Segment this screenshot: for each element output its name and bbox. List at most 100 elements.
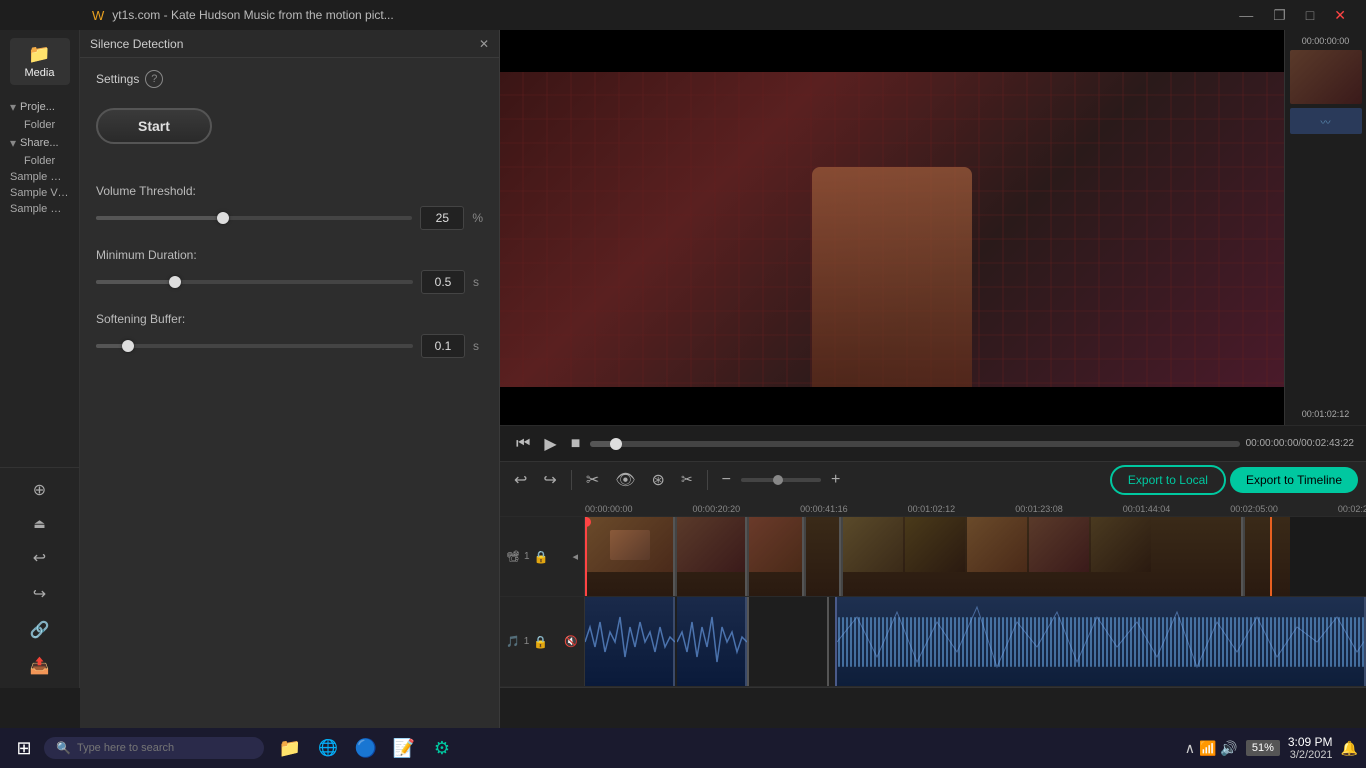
softening-buffer-slider-thumb[interactable] xyxy=(122,340,134,352)
zoom-slider-track[interactable] xyxy=(741,478,821,482)
min-duration-slider-thumb[interactable] xyxy=(169,276,181,288)
taskbar-app-word[interactable]: 📝 xyxy=(386,730,422,766)
help-btn[interactable]: ? xyxy=(145,70,163,88)
video-clip-7[interactable] xyxy=(1272,517,1290,596)
video-track-controls: 📽 1 🔒 ◂ xyxy=(500,517,585,596)
ripple-btn[interactable]: ⊛ xyxy=(646,466,671,494)
taskbar-notification-icon[interactable]: 🔔 xyxy=(1341,740,1358,757)
audio-track-content[interactable] xyxy=(585,597,1366,686)
export-local-btn[interactable]: Export to Local xyxy=(1110,465,1226,495)
taskbar-search-bar[interactable]: 🔍 xyxy=(44,737,264,759)
chevron-down-icon: ▾ xyxy=(10,100,16,114)
stop-btn[interactable]: ■ xyxy=(567,431,585,457)
video-track-content[interactable] xyxy=(585,517,1366,596)
zoom-plus-btn[interactable]: + xyxy=(825,467,846,493)
media-tab[interactable]: 📁 Media xyxy=(10,38,70,85)
video-clip-5[interactable] xyxy=(843,517,1243,596)
taskbar-app-explorer[interactable]: 📁 xyxy=(272,730,308,766)
taskbar-chevron-icon[interactable]: ∧ xyxy=(1185,740,1195,757)
settings-label: Settings xyxy=(96,72,139,86)
ruler-mark-7: 00:02:25:20 xyxy=(1338,504,1366,514)
video-clip-3[interactable] xyxy=(749,517,804,596)
progress-bar[interactable] xyxy=(590,441,1239,447)
main-waveform xyxy=(837,597,1364,686)
taskbar-network-icon[interactable]: 📶 xyxy=(1199,740,1216,757)
add-media-btn[interactable]: ⊕ xyxy=(29,476,50,504)
audio-clip-1[interactable] xyxy=(585,597,675,686)
softening-buffer-slider-track[interactable] xyxy=(96,344,413,348)
min-duration-value-box: 0.5 xyxy=(421,270,465,294)
sub-folder-item-2[interactable]: Folder xyxy=(22,153,71,169)
taskbar-app-filmora[interactable]: ⚙ xyxy=(424,730,460,766)
taskbar-app-chrome[interactable]: 🌐 xyxy=(310,730,346,766)
taskbar: ⊞ 🔍 📁 🌐 🔵 📝 ⚙ ∧ 📶 🔊 51% 3:09 PM 3/2/2021… xyxy=(0,728,1366,768)
detach-btn[interactable]: ⏏ xyxy=(29,512,49,536)
prev-frame-btn[interactable]: ⏮ xyxy=(512,431,534,457)
export-sidebar-btn[interactable]: 📤 xyxy=(26,652,54,680)
ruler-mark-0: 00:00:00:00 xyxy=(585,504,633,514)
folder-project[interactable]: ▾ Proje... xyxy=(8,97,71,117)
taskbar-search-input[interactable] xyxy=(77,742,237,754)
sub-folder-item[interactable]: Folder xyxy=(22,117,71,133)
panel-close-btn[interactable]: ✕ xyxy=(479,37,489,51)
ruler-marks-container: 00:00:00:00 00:00:20:20 00:00:41:16 00:0… xyxy=(585,504,1366,516)
sample-video[interactable]: Sample Vide... xyxy=(8,185,71,201)
preview-strip: 00:00:00:00 〰 00:01:02:12 xyxy=(1284,30,1366,425)
scissor2-btn[interactable]: ✂ xyxy=(675,467,699,492)
audio-clip-2[interactable] xyxy=(677,597,747,686)
zoom-minus-btn[interactable]: − xyxy=(716,467,737,493)
undo-sidebar-btn[interactable]: ↩ xyxy=(29,544,50,572)
close-btn[interactable]: ✕ xyxy=(1326,5,1354,26)
folder-shared[interactable]: ▾ Share... xyxy=(8,133,71,153)
redo-sidebar-btn[interactable]: ↪ xyxy=(29,580,50,608)
maximize-btn[interactable]: □ xyxy=(1298,5,1322,26)
link-btn[interactable]: 🔗 xyxy=(26,616,54,644)
audio-clip-main[interactable] xyxy=(835,597,1366,686)
taskbar-datetime[interactable]: 3:09 PM 3/2/2021 xyxy=(1288,735,1333,761)
shared-folder-label: Share... xyxy=(20,137,59,149)
taskbar-app-chrome2[interactable]: 🔵 xyxy=(348,730,384,766)
eye-btn[interactable]: 👁 xyxy=(609,466,641,494)
start-btn[interactable]: ⊞ xyxy=(8,732,40,764)
export-timeline-btn[interactable]: Export to Timeline xyxy=(1230,467,1358,493)
video-track: 📽 1 🔒 ◂ xyxy=(500,517,1366,597)
minimize-btn[interactable]: — xyxy=(1231,5,1261,26)
track-1-collapse[interactable]: ◂ xyxy=(572,550,578,563)
silence-detection-panel: Silence Detection ✕ Settings ? Start Vol… xyxy=(80,30,500,728)
panel-title: Silence Detection xyxy=(90,37,183,51)
track-1-lock[interactable]: 🔒 xyxy=(534,550,549,564)
video-clip-1[interactable] xyxy=(585,517,675,596)
sample-color[interactable]: Sample Colo... xyxy=(8,169,71,185)
play-btn[interactable]: ▶ xyxy=(540,430,560,458)
track-2-lock[interactable]: 🔒 xyxy=(533,635,548,649)
min-duration-slider-track[interactable] xyxy=(96,280,413,284)
volume-value-box: 25 xyxy=(420,206,464,230)
taskbar-date: 3/2/2021 xyxy=(1288,749,1333,761)
clip-5d-thumb xyxy=(1029,517,1089,572)
cut-btn[interactable]: ✂ xyxy=(580,466,605,494)
zoom-slider-thumb[interactable] xyxy=(773,475,783,485)
video-clip-6[interactable] xyxy=(1245,517,1270,596)
sample-green[interactable]: Sample Gree... xyxy=(8,201,71,217)
taskbar-battery: 51% xyxy=(1246,740,1280,756)
taskbar-volume-icon[interactable]: 🔊 xyxy=(1220,740,1237,757)
volume-slider-thumb[interactable] xyxy=(217,212,229,224)
start-button[interactable]: Start xyxy=(96,108,212,144)
volume-slider-track[interactable] xyxy=(96,216,412,220)
min-duration-unit: s xyxy=(473,275,483,289)
window-controls: — ❐ □ ✕ xyxy=(1231,5,1354,26)
video-clip-4[interactable] xyxy=(806,517,841,596)
track-2-mute[interactable]: 🔇 xyxy=(564,635,578,648)
toolbar-separator-2 xyxy=(707,470,708,490)
folder-list: ▾ Proje... Folder ▾ Share... Folder Samp… xyxy=(0,93,79,467)
restore-btn[interactable]: ❐ xyxy=(1265,5,1294,26)
clip-2-thumb xyxy=(677,517,745,572)
video-clip-2[interactable] xyxy=(677,517,747,596)
video-clips-container xyxy=(585,517,1366,596)
progress-thumb[interactable] xyxy=(610,438,622,450)
video-content-area xyxy=(500,72,1284,387)
undo-btn[interactable]: ↩ xyxy=(508,466,533,494)
audio-wave-icon: 〰 xyxy=(1321,114,1331,129)
redo-btn[interactable]: ↪ xyxy=(537,466,562,494)
app-title: yt1s.com - Kate Hudson Music from the mo… xyxy=(112,8,393,22)
